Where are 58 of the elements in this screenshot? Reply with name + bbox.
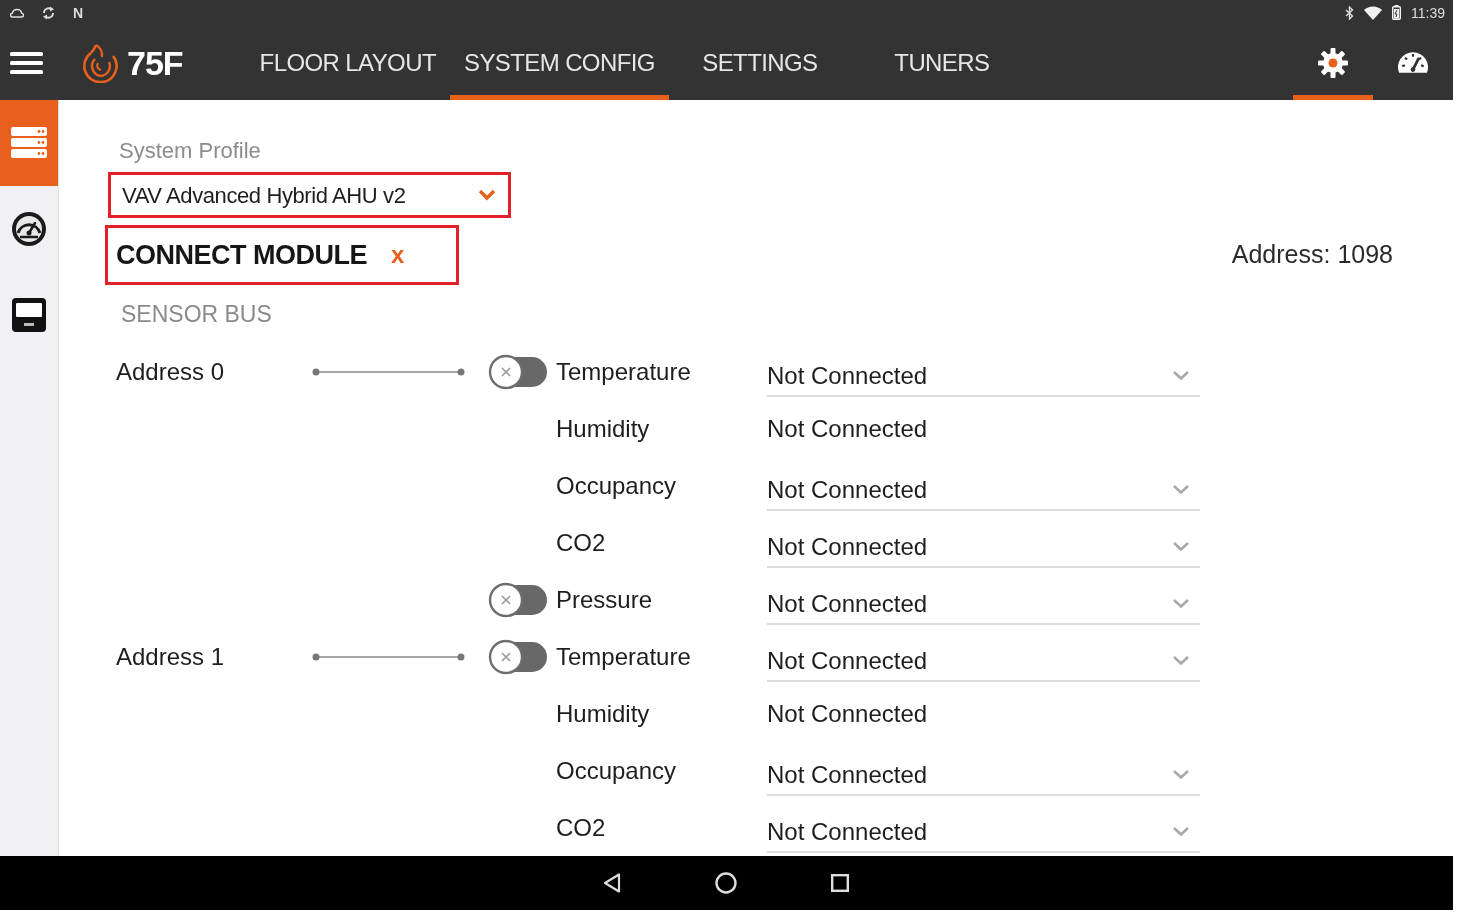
cloud-icon: [10, 7, 24, 18]
sensor-label: CO2: [556, 527, 606, 558]
address-text: Address: 1098: [1231, 239, 1393, 271]
address-label: Address 0: [116, 356, 225, 387]
notification-glyph: N: [73, 5, 84, 20]
chevron-down-icon: [1172, 541, 1190, 552]
menu-icon[interactable]: [10, 51, 43, 74]
status-time: 11:39: [1411, 5, 1445, 20]
sync-icon: [42, 5, 55, 20]
back-icon[interactable]: [603, 873, 621, 893]
address-label: Address 1: [116, 641, 225, 672]
nav-tab[interactable]: TUNERS: [850, 25, 1033, 100]
battery-icon: [1392, 5, 1401, 20]
field-label: System Profile: [119, 138, 261, 164]
sensor-dropdown[interactable]: Not Connected: [767, 641, 1200, 682]
sensor-dropdown[interactable]: Not Connected: [767, 356, 1200, 397]
sensor-dropdown[interactable]: Not Connected: [767, 584, 1200, 625]
bluetooth-icon: [1345, 5, 1354, 20]
sensor-label: Temperature: [556, 641, 691, 672]
sensor-dropdown[interactable]: Not Connected: [767, 470, 1200, 511]
chevron-down-icon: [478, 189, 496, 201]
sensor-label: Humidity: [556, 698, 650, 729]
sensor-label: Humidity: [556, 413, 650, 444]
chevron-down-icon: [1172, 484, 1190, 495]
recents-icon[interactable]: [831, 874, 849, 892]
chevron-down-icon: [1172, 769, 1190, 780]
gear-icon: [1318, 47, 1348, 78]
toggle-switch[interactable]: [488, 581, 548, 618]
nav-tab[interactable]: SETTINGS: [668, 25, 851, 100]
toggle-switch[interactable]: [488, 638, 548, 675]
logo-text: 75F: [127, 44, 183, 81]
sensor-label: Pressure: [556, 584, 653, 615]
sensor-value: Not Connected: [767, 698, 928, 729]
wifi-icon: [1364, 5, 1382, 20]
chevron-down-icon: [1172, 826, 1190, 837]
nav-tab[interactable]: FLOOR LAYOUT: [245, 25, 450, 100]
speedometer-icon: [1398, 52, 1428, 73]
sensor-label: Occupancy: [556, 755, 677, 786]
home-icon[interactable]: [715, 872, 737, 894]
sensor-dropdown[interactable]: Not Connected: [767, 755, 1200, 796]
nav-tab[interactable]: SYSTEM CONFIG: [450, 25, 669, 100]
sensor-dropdown[interactable]: Not Connected: [767, 812, 1200, 853]
profile-dropdown[interactable]: VAV Advanced Hybrid AHU v2: [108, 172, 511, 218]
logo-icon: [83, 42, 119, 83]
toggle-switch[interactable]: [488, 353, 548, 390]
sensor-label: Occupancy: [556, 470, 677, 501]
sensor-label: Temperature: [556, 356, 691, 387]
server-stack-icon: [11, 127, 47, 159]
chevron-down-icon: [1172, 370, 1190, 381]
section-title: SENSOR BUS: [121, 301, 272, 327]
module-title: CONNECT MODULE: [116, 238, 367, 272]
dial-icon: [11, 211, 47, 247]
device-icon: [12, 298, 46, 332]
sensor-value: Not Connected: [767, 413, 928, 444]
chevron-down-icon: [1172, 598, 1190, 609]
sensor-label: CO2: [556, 812, 606, 843]
sensor-dropdown[interactable]: Not Connected: [767, 527, 1200, 568]
chevron-down-icon: [1172, 655, 1190, 666]
